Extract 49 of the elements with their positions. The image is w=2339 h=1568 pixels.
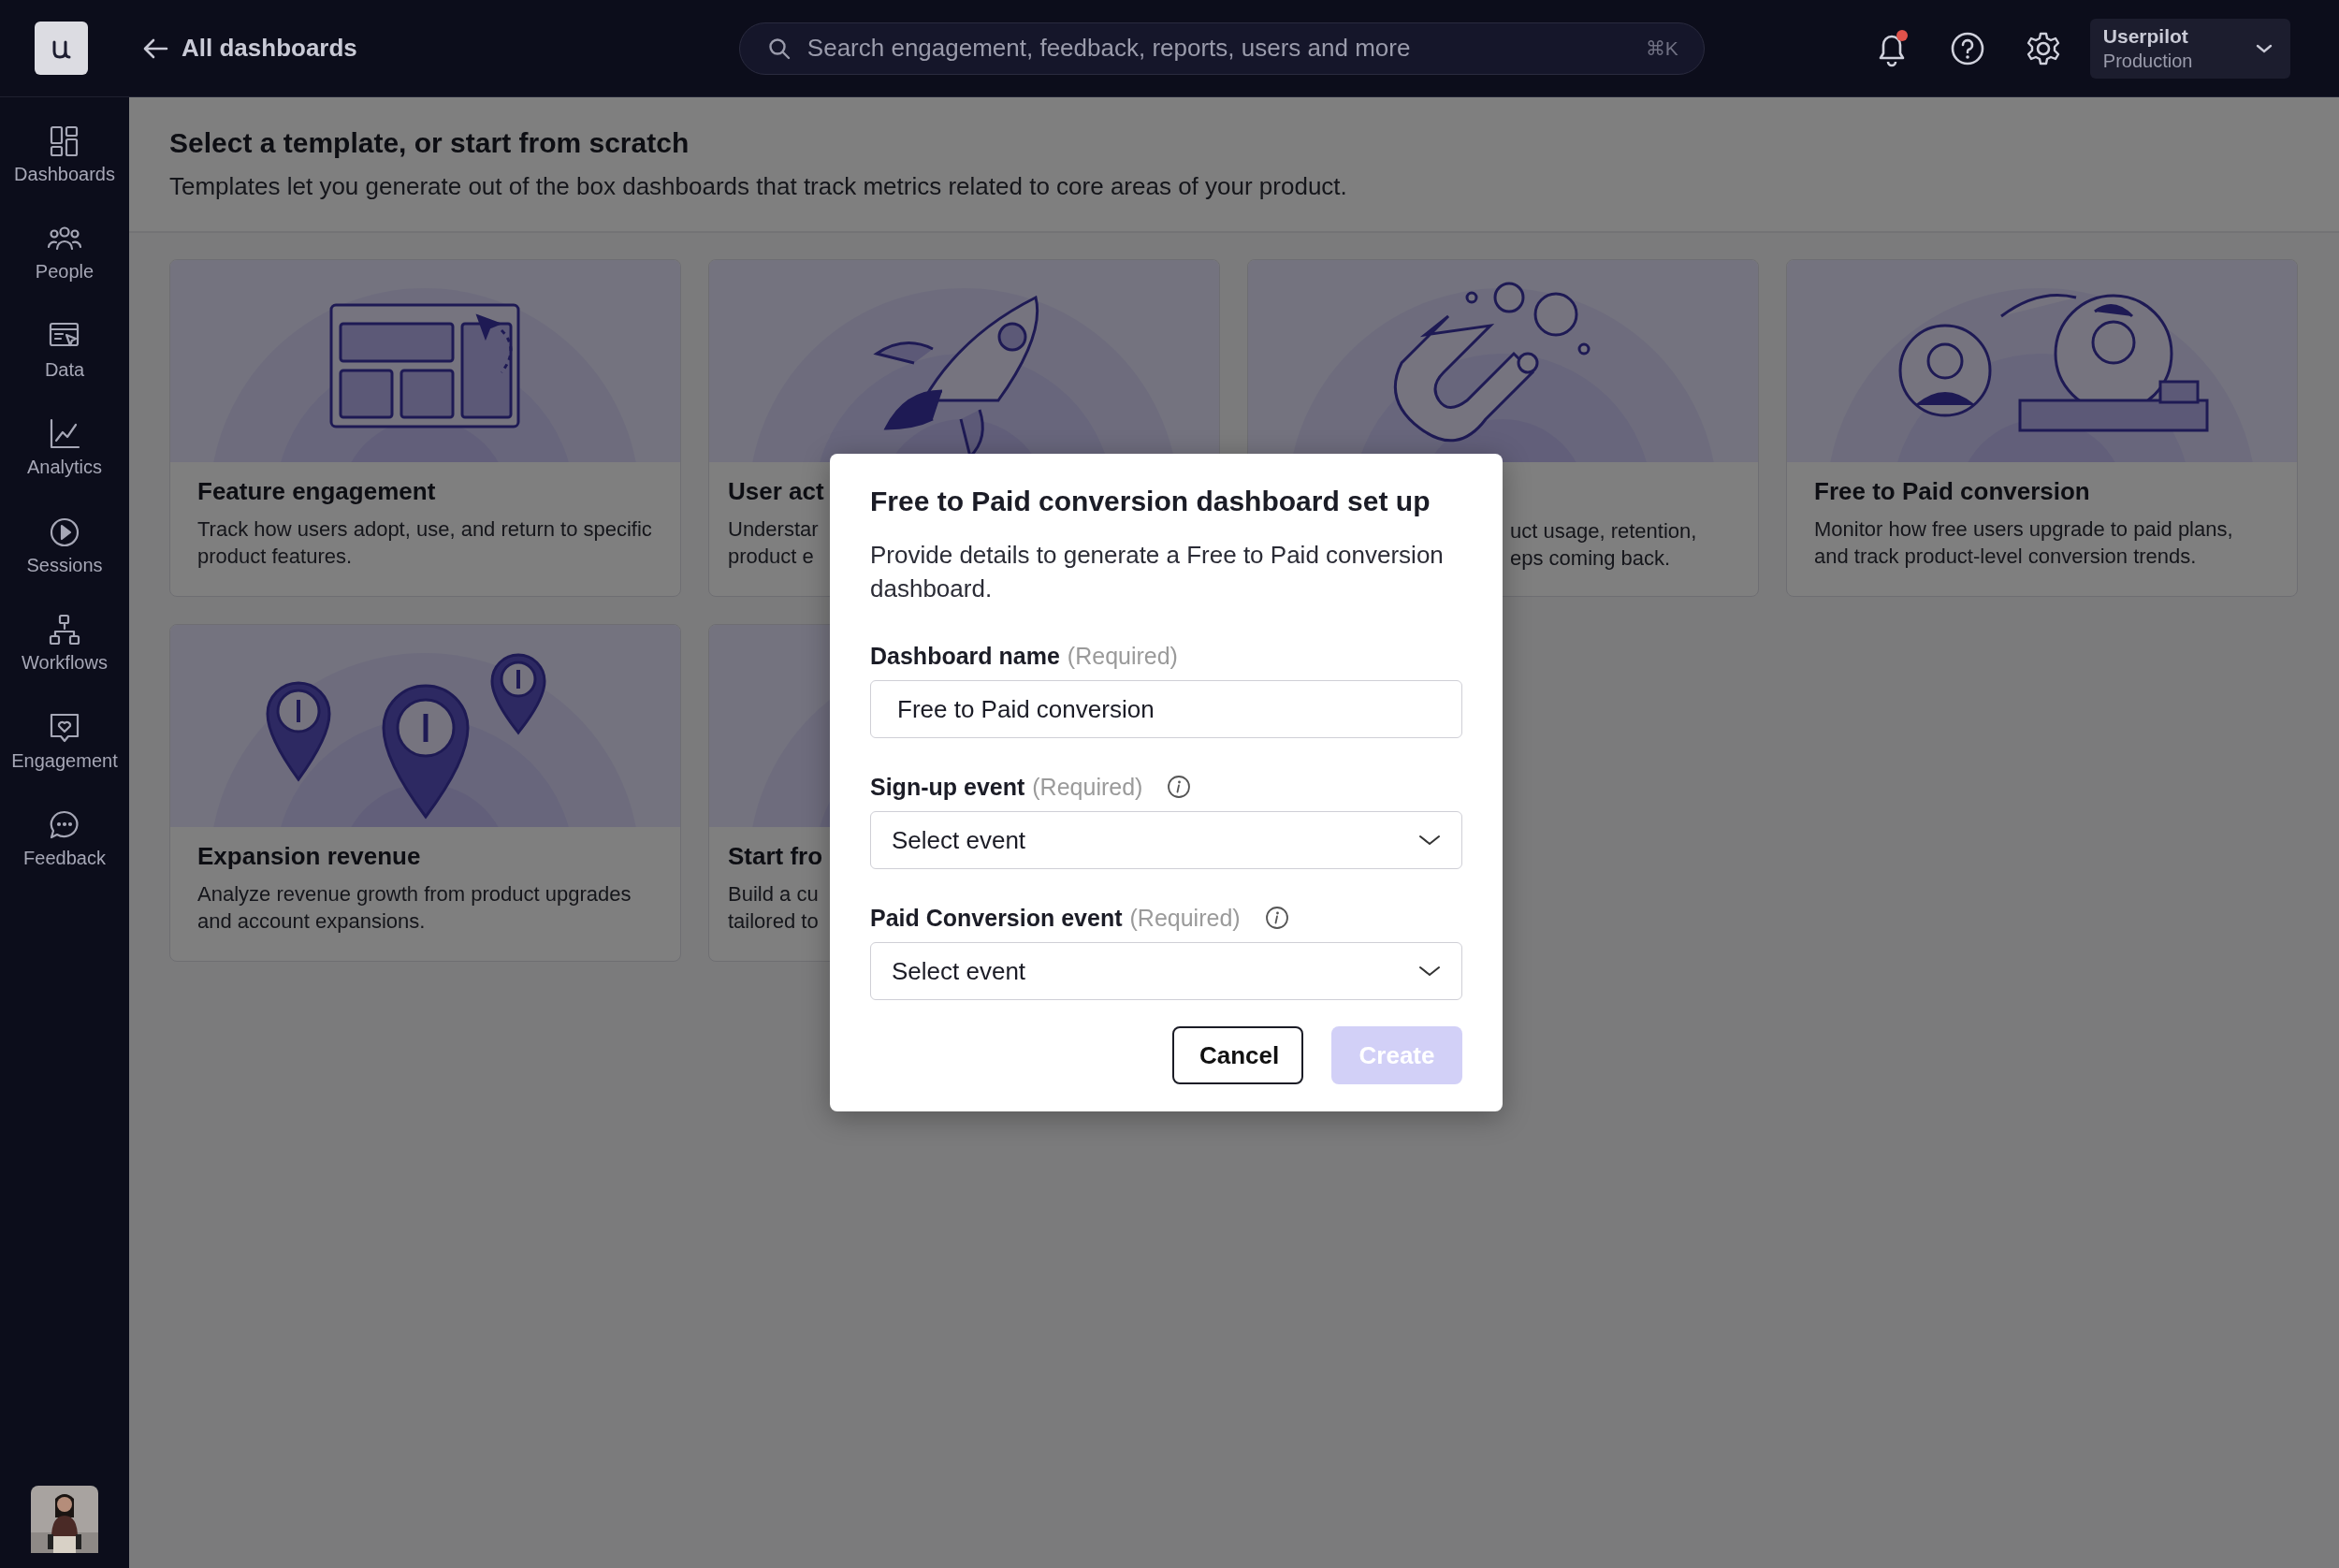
sidebar-item[interactable]: Dashboards [0, 105, 129, 203]
required-note: (Required) [1129, 904, 1241, 932]
sidebar-item[interactable]: Sessions [0, 496, 129, 594]
sidebar-item[interactable]: Analytics [0, 398, 129, 496]
card-description: Understar [728, 516, 819, 543]
card-description: Analyze revenue growth from product upgrades and account expansions. [197, 881, 632, 935]
card-title: Feature engagement [197, 477, 436, 506]
account-switcher[interactable]: Userpilot Production [2089, 18, 2290, 79]
info-icon[interactable] [1264, 906, 1289, 930]
required-note: (Required) [1067, 642, 1178, 670]
card-description: uct usage, retention, [1510, 518, 1697, 544]
card-description: eps coming back. [1510, 545, 1671, 572]
info-icon[interactable] [1167, 775, 1192, 799]
sidebar-item[interactable]: Feedback [0, 789, 129, 887]
card-description: Build a cu [728, 881, 819, 907]
field-label: Paid Conversion event [870, 904, 1123, 932]
template-card[interactable]: Free to Paid conversion Monitor how free users upgrade to paid plans, and track product-level conversion trends. [1786, 259, 2298, 597]
card-title: Expansion revenue [197, 842, 421, 871]
logo-icon[interactable] [35, 22, 88, 75]
card-title: User act [728, 477, 824, 506]
field-label: Dashboard name [870, 642, 1060, 670]
back-arrow-icon [142, 36, 168, 60]
card-description: Monitor how free users upgrade to paid plans, and track product-level conversion trends. [1814, 516, 2234, 570]
card-title: Start fro [728, 842, 823, 871]
event-dropdown[interactable]: Select event [870, 811, 1462, 869]
template-card[interactable]: Feature engagement Track how users adopt, use, and return to specific product features. [169, 259, 681, 597]
dashboard-name-field[interactable]: Free to Paid conversion [870, 680, 1462, 738]
field-label: Sign-up event [870, 773, 1025, 801]
help-icon[interactable] [1949, 30, 1985, 66]
page-subtitle: Templates let you generate out of the box dashboards that track metrics related to core areas of your product. [169, 172, 1348, 201]
chevron-down-icon [2254, 42, 2274, 54]
sidebar-item[interactable]: Data [0, 300, 129, 399]
sidebar-item[interactable]: People [0, 202, 129, 300]
cancel-button[interactable]: Cancel [1172, 1026, 1303, 1084]
card-description: tailored to [728, 908, 819, 935]
card-description: product e [728, 544, 814, 570]
chevron-down-icon [1418, 965, 1441, 978]
event-dropdown[interactable]: Select event [870, 942, 1462, 1000]
sidebar-item[interactable]: Workflows [0, 593, 129, 691]
card-title: Free to Paid conversion [1814, 477, 2090, 506]
template-card[interactable]: Expansion revenue Analyze revenue growth from product upgrades and account expansions. [169, 624, 681, 962]
page-title: Select a template, or start from scratch [169, 127, 690, 159]
sidebar-item[interactable]: Engagement [0, 691, 129, 790]
shortcut-hint: ⌘K [1645, 36, 1678, 60]
back-link[interactable]: All dashboards [142, 34, 357, 63]
required-note: (Required) [1032, 773, 1143, 801]
card-description: Track how users adopt, use, and return to specific product features. [197, 516, 653, 570]
chevron-down-icon [1418, 834, 1441, 847]
search-icon [766, 36, 792, 61]
